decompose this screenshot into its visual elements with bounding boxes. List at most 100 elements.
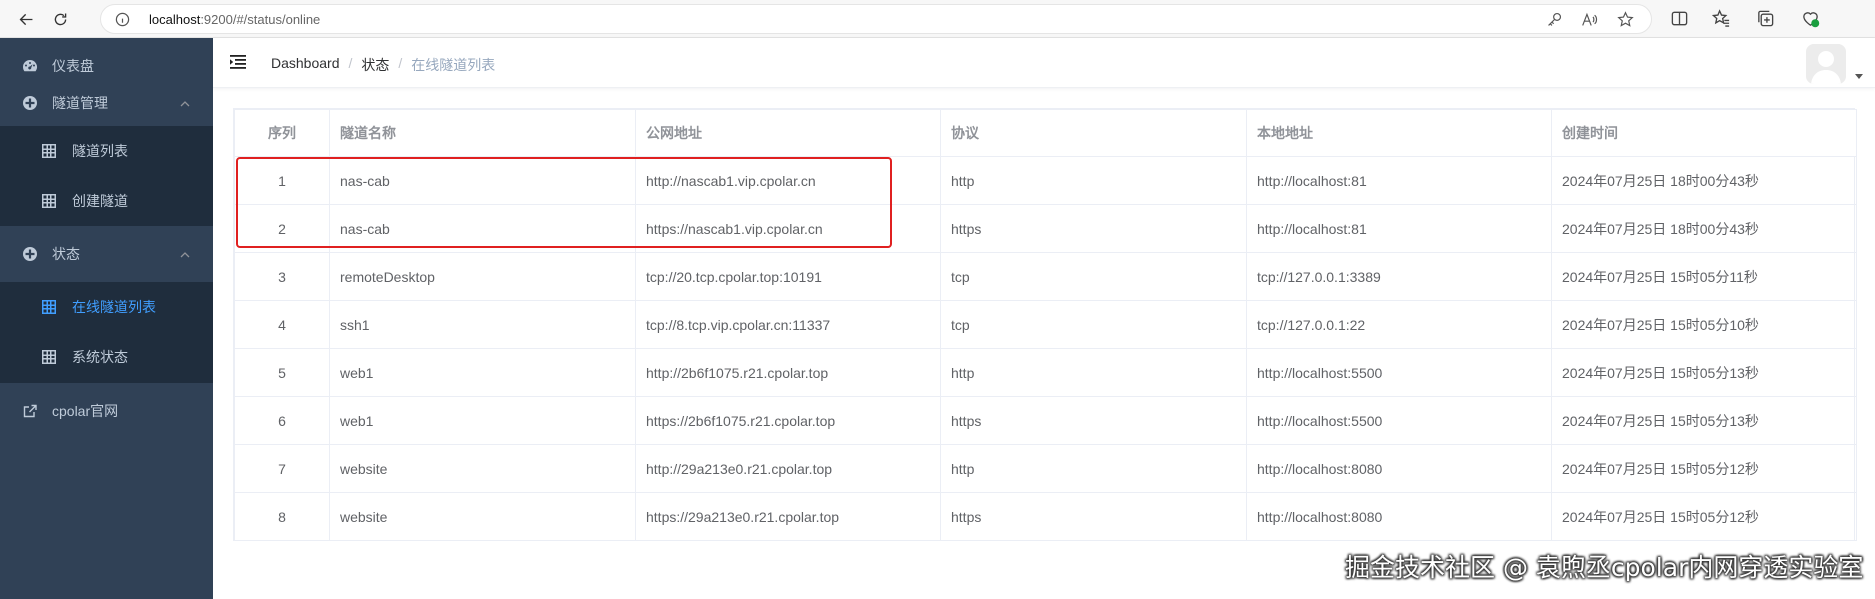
external-link-icon [22, 403, 38, 419]
cell-index: 8 [234, 492, 330, 541]
cell-local-address: http://localhost:8080 [1246, 492, 1552, 541]
cell-index: 4 [234, 300, 330, 349]
breadcrumb-separator: / [398, 55, 403, 71]
sidebar-item-label: 隧道管理 [52, 94, 108, 111]
url-text[interactable]: localhost:9200/#/status/online [149, 12, 320, 27]
back-button[interactable] [13, 6, 39, 32]
cell-public-address: tcp://20.tcp.cpolar.top:10191 [635, 252, 941, 301]
favorite-star-icon[interactable] [1617, 11, 1634, 28]
table-icon [42, 300, 56, 314]
online-tunnel-table: 序列 隧道名称 公网地址 协议 本地地址 创建时间 1 nas-cab http… [233, 108, 1857, 541]
sidebar-item-label: 创建隧道 [72, 193, 128, 209]
table-row: 3 remoteDesktop tcp://20.tcp.cpolar.top:… [234, 252, 1857, 301]
cell-public-address: http://nascab1.vip.cpolar.cn [635, 156, 941, 205]
sidebar-item-label: 在线隧道列表 [72, 299, 156, 315]
reload-icon [54, 13, 66, 25]
cell-tunnel-name: web1 [329, 348, 636, 397]
chevron-up-icon [179, 97, 191, 109]
column-header-local-address: 本地地址 [1246, 109, 1552, 157]
sidebar-item-label: 隧道列表 [72, 143, 128, 159]
cell-protocol: https [940, 204, 1247, 253]
column-header-public-address: 公网地址 [635, 109, 941, 157]
key-icon[interactable] [1546, 11, 1563, 28]
info-icon[interactable] [115, 12, 130, 27]
breadcrumb: Dashboard / 状态 / 在线隧道列表 [271, 55, 495, 75]
cell-local-address: http://localhost:81 [1246, 156, 1552, 205]
table-row: 4 ssh1 tcp://8.tcp.vip.cpolar.cn:11337 t… [234, 300, 1857, 349]
cell-protocol: tcp [940, 252, 1247, 301]
table-icon [42, 350, 56, 364]
cell-index: 2 [234, 204, 330, 253]
watermark-text: 掘金技术社区 @ 袁煦丞cpolar内网穿透实验室 [1345, 553, 1864, 582]
column-header-index: 序列 [234, 109, 330, 157]
cell-public-address: http://29a213e0.r21.cpolar.top [635, 444, 941, 493]
sidebar-item-label: 系统状态 [72, 349, 128, 365]
avatar[interactable] [1806, 44, 1846, 84]
browser-essentials-icon[interactable] [1801, 9, 1820, 28]
cell-protocol: https [940, 396, 1247, 445]
cell-index: 6 [234, 396, 330, 445]
cell-created-time: 2024年07月25日 18时00分43秒 [1551, 156, 1857, 205]
caret-down-icon[interactable] [1854, 68, 1864, 79]
back-arrow-icon [19, 13, 32, 25]
cell-created-time: 2024年07月25日 15时05分13秒 [1551, 348, 1857, 397]
breadcrumb-dashboard[interactable]: Dashboard [271, 55, 340, 75]
sidebar-item-online-tunnel-list[interactable]: 在线隧道列表 [0, 282, 213, 332]
cell-tunnel-name: nas-cab [329, 204, 636, 253]
cell-public-address: https://nascab1.vip.cpolar.cn [635, 204, 941, 253]
sidebar-item-tunnel-management[interactable]: 隧道管理 [0, 74, 213, 131]
collections-icon[interactable] [1756, 9, 1775, 28]
favorites-icon[interactable] [1711, 9, 1731, 28]
sidebar-item-create-tunnel[interactable]: 创建隧道 [0, 176, 213, 226]
table-row: 8 website https://29a213e0.r21.cpolar.to… [234, 492, 1857, 541]
cell-tunnel-name: remoteDesktop [329, 252, 636, 301]
breadcrumb-separator: / [348, 55, 353, 71]
cell-local-address: tcp://127.0.0.1:3389 [1246, 252, 1552, 301]
reload-button[interactable] [47, 6, 73, 32]
sidebar-item-cpolar-website[interactable]: cpolar官网 [0, 383, 213, 439]
url-path: :9200/#/status/online [200, 12, 321, 27]
address-bar[interactable]: localhost:9200/#/status/online [100, 4, 1652, 34]
cell-index: 3 [234, 252, 330, 301]
cell-index: 1 [234, 156, 330, 205]
cell-tunnel-name: nas-cab [329, 156, 636, 205]
sidebar-item-status[interactable]: 状态 [0, 226, 213, 282]
hamburger-icon[interactable] [229, 53, 247, 71]
sidebar-item-label: 仪表盘 [52, 58, 94, 74]
table-row: 5 web1 http://2b6f1075.r21.cpolar.top ht… [234, 348, 1857, 397]
table-row: 1 nas-cab http://nascab1.vip.cpolar.cn h… [234, 156, 1857, 205]
read-aloud-icon[interactable] [1581, 11, 1598, 28]
cell-created-time: 2024年07月25日 15时05分12秒 [1551, 444, 1857, 493]
submenu-status: 在线隧道列表 系统状态 [0, 282, 213, 383]
column-header-created-time: 创建时间 [1551, 109, 1857, 157]
table-row: 2 nas-cab https://nascab1.vip.cpolar.cn … [234, 204, 1857, 253]
cell-created-time: 2024年07月25日 15时05分13秒 [1551, 396, 1857, 445]
column-header-protocol: 协议 [940, 109, 1247, 157]
cell-public-address: http://2b6f1075.r21.cpolar.top [635, 348, 941, 397]
cell-created-time: 2024年07月25日 15时05分12秒 [1551, 492, 1857, 541]
table-header-row: 序列 隧道名称 公网地址 协议 本地地址 创建时间 [234, 109, 1857, 157]
sidebar: 仪表盘 隧道管理 隧道列表 创建隧道 状态 在线隧道列表 系统状态 cpolar… [0, 38, 213, 599]
cell-local-address: http://localhost:5500 [1246, 396, 1552, 445]
cell-index: 5 [234, 348, 330, 397]
sidebar-item-tunnel-list[interactable]: 隧道列表 [0, 126, 213, 176]
cell-protocol: tcp [940, 300, 1247, 349]
cell-tunnel-name: ssh1 [329, 300, 636, 349]
table-icon [42, 144, 56, 158]
cell-protocol: http [940, 156, 1247, 205]
cell-protocol: http [940, 348, 1247, 397]
chevron-up-icon [179, 248, 191, 260]
cell-tunnel-name: web1 [329, 396, 636, 445]
table-row: 7 website http://29a213e0.r21.cpolar.top… [234, 444, 1857, 493]
top-navbar: Dashboard / 状态 / 在线隧道列表 [213, 38, 1875, 88]
cell-protocol: https [940, 492, 1247, 541]
cell-public-address: https://29a213e0.r21.cpolar.top [635, 492, 941, 541]
sidebar-item-system-status[interactable]: 系统状态 [0, 332, 213, 382]
cell-public-address: tcp://8.tcp.vip.cpolar.cn:11337 [635, 300, 941, 349]
sidebar-item-label: 状态 [52, 246, 80, 262]
split-screen-icon[interactable] [1670, 9, 1689, 28]
status-icon [22, 246, 38, 262]
tunnel-manage-icon [22, 95, 38, 111]
breadcrumb-current: 在线隧道列表 [411, 57, 496, 73]
table-row: 6 web1 https://2b6f1075.r21.cpolar.top h… [234, 396, 1857, 445]
